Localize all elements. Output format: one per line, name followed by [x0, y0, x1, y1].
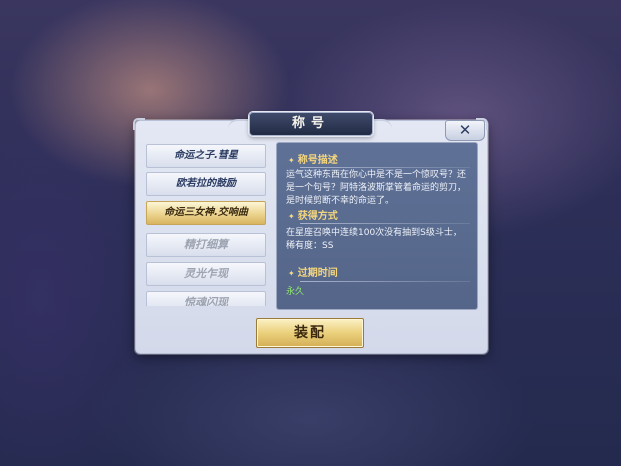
description-heading: ✦ 称号描述 [288, 155, 338, 166]
expiry-heading: ✦ 过期时间 [288, 268, 338, 279]
star-icon: ✦ [288, 212, 295, 221]
list-item[interactable]: 命运之子.彗星 [146, 144, 266, 168]
description-text: 运气这种东西在你心中是不是一个惊叹号？还是一个句号？阿特洛波斯掌管着命运的剪刀，… [286, 170, 467, 206]
list-item[interactable]: 灵光乍现 [146, 262, 266, 286]
list-item[interactable]: 欧若拉的鼓励 [146, 172, 266, 196]
list-item-selected[interactable]: 命运三女神.交响曲 [146, 201, 266, 225]
obtain-heading: ✦ 获得方式 [288, 211, 338, 222]
close-icon: ✕ [458, 121, 472, 139]
dialog-corner-ornament [133, 118, 145, 130]
titles-list[interactable]: 命运之子.彗星 欧若拉的鼓励 命运三女神.交响曲 精打细算 灵光乍现 惊魂闪现 [142, 140, 270, 306]
divider [300, 167, 470, 168]
title-wing-ornament [228, 119, 250, 133]
title-wing-ornament [370, 119, 392, 133]
equip-button[interactable]: 装配 [256, 318, 364, 348]
obtain-text: 在星座召唤中连续100次没有抽到S级斗士，稀有度：SS [286, 228, 462, 251]
divider [300, 223, 470, 224]
list-item[interactable]: 精打细算 [146, 233, 266, 257]
expiry-text: 永久 [286, 287, 305, 297]
list-item[interactable]: 惊魂闪现 [146, 291, 266, 306]
star-icon: ✦ [288, 156, 295, 165]
divider [300, 281, 470, 282]
dialog-title-bar: 称号 [249, 112, 373, 136]
dialog-title: 称号 [291, 116, 330, 131]
close-button[interactable]: ✕ [445, 120, 485, 141]
star-icon: ✦ [288, 269, 295, 278]
